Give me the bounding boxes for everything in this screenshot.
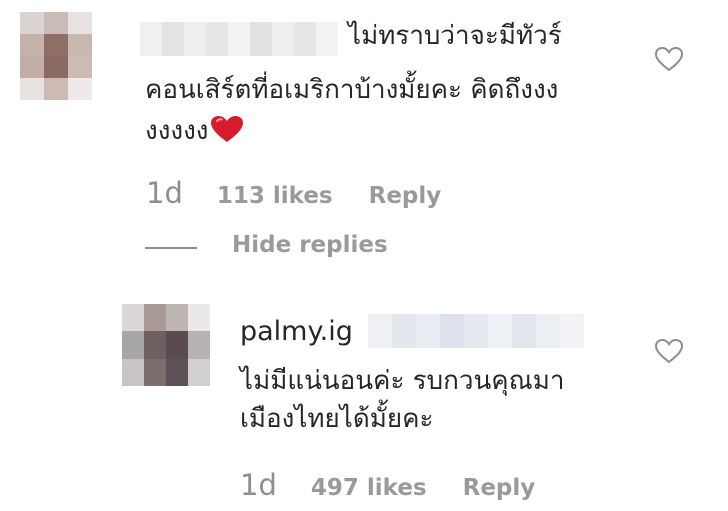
heart-icon[interactable] — [654, 45, 684, 73]
heart-icon[interactable] — [654, 337, 684, 365]
reply-mention-blurred — [368, 314, 584, 348]
reply-likes-count[interactable]: 497 likes — [311, 475, 427, 501]
comment-text-line: คอนเสิร์ตที่อเมริกาบ้างมั้ยคะ คิดถึงงง — [145, 75, 559, 105]
reply-timestamp[interactable]: 1d — [240, 468, 277, 502]
reply-username[interactable]: palmy.ig — [240, 316, 353, 347]
reply-text-line: เมืองไทยได้มั้ยคะ — [240, 404, 434, 434]
reply-reply-button[interactable]: Reply — [463, 475, 536, 501]
comment-text-line: ไม่ทราบว่าจะมีทัวร์ — [348, 21, 562, 51]
comment-likes-count[interactable]: 113 likes — [217, 183, 333, 209]
comment-timestamp[interactable]: 1d — [146, 176, 183, 210]
comment-text-line: งงงงง — [145, 111, 244, 152]
red-heart-emoji-icon — [211, 116, 244, 142]
replies-divider-line — [145, 247, 197, 249]
reply-avatar[interactable] — [122, 304, 210, 386]
comment-meta: 1d 113 likes Reply — [146, 176, 441, 210]
hide-replies-button[interactable]: Hide replies — [232, 232, 388, 258]
reply-meta: 1d 497 likes Reply — [240, 468, 535, 502]
reply-text-line: ไม่มีแน่นอนค่ะ รบกวนคุณมา — [240, 366, 565, 396]
commenter-avatar[interactable] — [20, 12, 92, 100]
comment-reply-button[interactable]: Reply — [369, 183, 442, 209]
commenter-username-blurred[interactable] — [140, 22, 338, 56]
